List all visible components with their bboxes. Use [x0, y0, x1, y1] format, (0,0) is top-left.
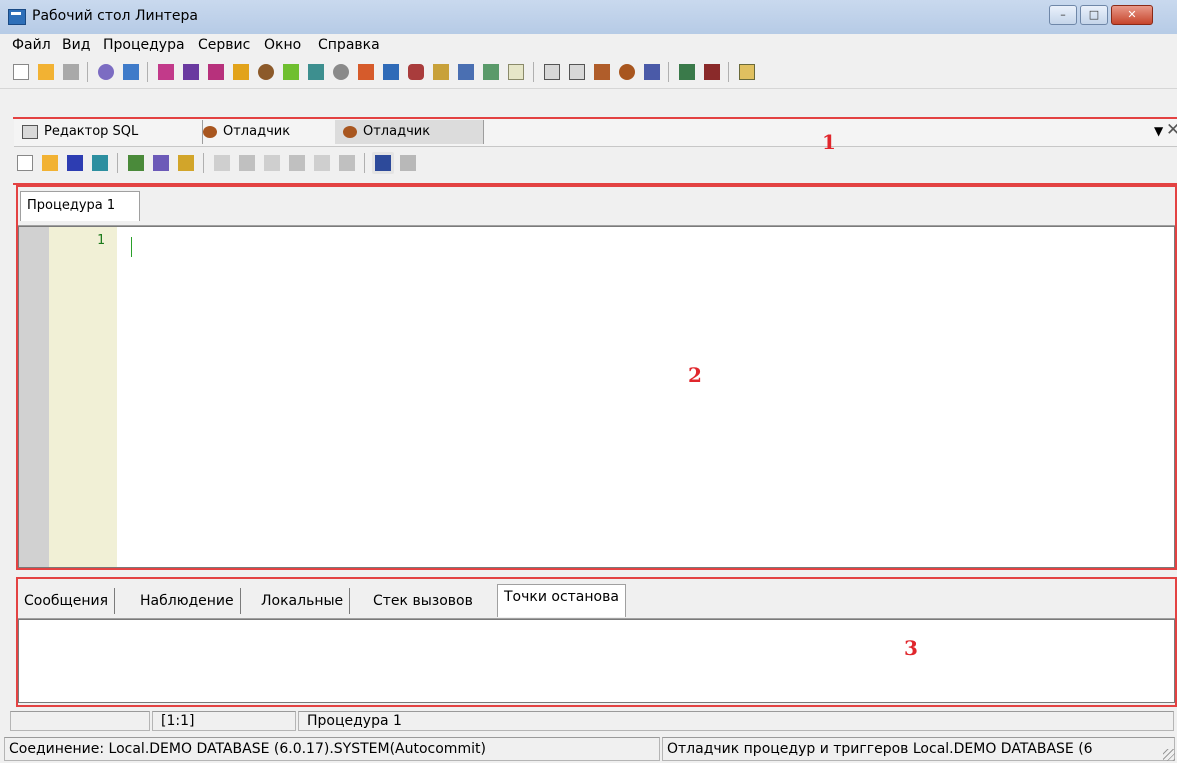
- connection-status: Соединение: Local.DEMO DATABASE (6.0.17)…: [4, 737, 660, 761]
- hourglass-icon[interactable]: [641, 61, 663, 83]
- toolbar-separator: [87, 62, 88, 82]
- title-bar: Рабочий стол Линтера – □ ✕: [0, 0, 1177, 35]
- maximize-button[interactable]: □: [1080, 5, 1108, 25]
- tools-icon[interactable]: [480, 61, 502, 83]
- network-icon[interactable]: [305, 61, 327, 83]
- connect-icon[interactable]: [95, 61, 117, 83]
- minimize-button[interactable]: –: [1049, 5, 1077, 25]
- table-edit-icon[interactable]: [205, 61, 227, 83]
- current-procedure: Процедура 1: [298, 711, 1174, 731]
- chart-icon[interactable]: [230, 61, 252, 83]
- status-empty-cell: [10, 711, 150, 731]
- app-icon: [8, 9, 26, 25]
- toolbar-separator: [728, 62, 729, 82]
- menu-service[interactable]: Сервис: [198, 37, 250, 53]
- menu-window[interactable]: Окно: [264, 37, 301, 53]
- table-icon[interactable]: [155, 61, 177, 83]
- resize-grip[interactable]: [1163, 749, 1175, 761]
- region-frame-1: [13, 117, 1177, 185]
- menu-bar: Файл Вид Процедура Сервис Окно Справка: [0, 34, 1177, 56]
- menu-view[interactable]: Вид: [62, 37, 90, 53]
- users-icon[interactable]: [255, 61, 277, 83]
- main-toolbar: [0, 56, 1177, 89]
- edit-icon[interactable]: [736, 61, 758, 83]
- close-button[interactable]: ✕: [1111, 5, 1153, 25]
- open-folder-icon[interactable]: [35, 61, 57, 83]
- sql-editor-icon[interactable]: [541, 61, 563, 83]
- database-icon[interactable]: [405, 61, 427, 83]
- new-file-icon[interactable]: [10, 61, 32, 83]
- menu-file[interactable]: Файл: [12, 37, 51, 53]
- search-icon[interactable]: [455, 61, 477, 83]
- draw-icon[interactable]: [280, 61, 302, 83]
- window-title: Рабочий стол Линтера: [32, 8, 198, 24]
- debugger-bug-icon[interactable]: [616, 61, 638, 83]
- hierarchy-icon[interactable]: [380, 61, 402, 83]
- disabled-icon[interactable]: [60, 61, 82, 83]
- query-icon[interactable]: [591, 61, 613, 83]
- table-grid-icon[interactable]: [180, 61, 202, 83]
- sql-icon[interactable]: [566, 61, 588, 83]
- region-marker-2: 2: [688, 363, 702, 387]
- editor-status-bar: [1:1] Процедура 1: [0, 709, 1177, 733]
- menu-procedure[interactable]: Процедура: [103, 37, 185, 53]
- disconnect-icon[interactable]: [120, 61, 142, 83]
- debugger-status: Отладчик процедур и триггеров Local.DEMO…: [662, 737, 1175, 761]
- cursor-position: [1:1]: [152, 711, 296, 731]
- connection-status-bar: Соединение: Local.DEMO DATABASE (6.0.17)…: [0, 735, 1177, 763]
- report-icon[interactable]: [701, 61, 723, 83]
- region-frame-2: [16, 185, 1177, 570]
- tree-icon[interactable]: [355, 61, 377, 83]
- gear-icon[interactable]: [330, 61, 352, 83]
- monitor-icon[interactable]: [676, 61, 698, 83]
- transfer-icon[interactable]: [430, 61, 452, 83]
- region-marker-3: 3: [904, 636, 918, 660]
- region-frame-3: [16, 577, 1177, 707]
- menu-help[interactable]: Справка: [318, 37, 380, 53]
- toolbar-separator: [668, 62, 669, 82]
- toolbar-separator: [533, 62, 534, 82]
- calendar-icon[interactable]: [505, 61, 527, 83]
- toolbar-separator: [147, 62, 148, 82]
